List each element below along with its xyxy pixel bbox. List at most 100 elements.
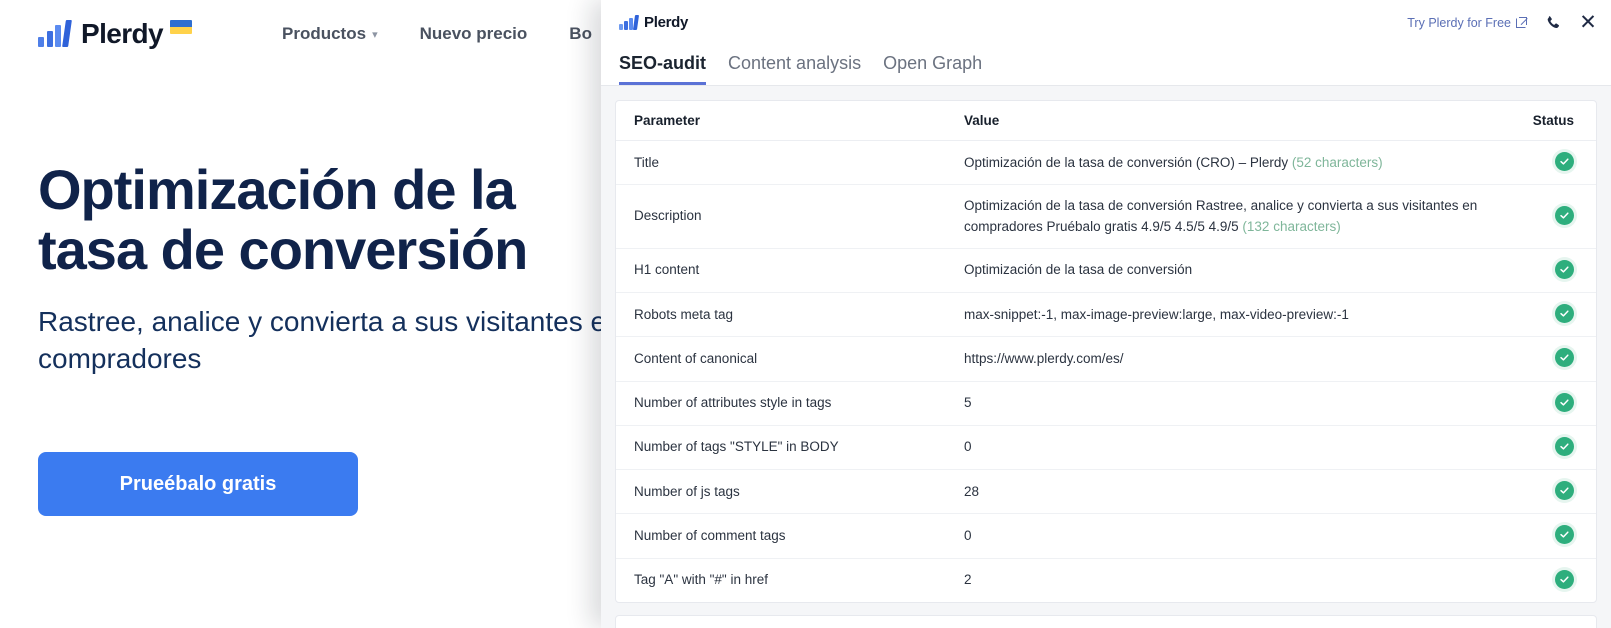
column-header-parameter: Parameter <box>616 101 946 141</box>
cell-status <box>1506 248 1596 294</box>
cell-parameter: H1 content <box>616 248 946 294</box>
table-row: H1 content Optimización de la tasa de con… <box>616 248 1596 294</box>
cell-value: 5 <box>946 381 1506 426</box>
status-ok-check-icon <box>1555 304 1574 323</box>
panel-header-actions: Try Plerdy for Free ✕ <box>1407 12 1597 33</box>
status-ok-check-icon <box>1555 152 1574 171</box>
cell-parameter: Robots meta tag <box>616 292 946 338</box>
table-head: Parameter Value Status <box>616 101 1596 141</box>
cell-status <box>1506 425 1596 471</box>
cell-value: https://www.plerdy.com/es/ <box>946 336 1506 382</box>
try-free-cta-button[interactable]: Prueébalo gratis <box>38 452 358 516</box>
site-logo-text: Plerdy <box>81 18 164 49</box>
nav-item-blog[interactable]: Bo <box>569 24 592 44</box>
tab-seo-audit[interactable]: SEO-audit <box>619 53 707 85</box>
hero-subtitle: Rastree, analice y convierta a sus visit… <box>38 305 622 375</box>
background-website: Plerdy Productos ▾ Nuevo precio Bo Optim… <box>0 0 700 627</box>
status-ok-check-icon <box>1555 259 1574 279</box>
close-icon[interactable]: ✕ <box>1579 12 1597 33</box>
table-row: Number of comment tags 0 <box>616 513 1596 559</box>
cell-status <box>1506 558 1596 602</box>
tab-open-graph[interactable]: Open Graph <box>883 53 982 85</box>
value-text: https://www.plerdy.com/es/ <box>964 350 1124 366</box>
value-text: Optimización de la tasa de conversión Ra… <box>964 198 1478 234</box>
hero-title-line-1: Optimización de la <box>38 158 516 221</box>
table-row: Content of canonical https://www.plerdy.c… <box>616 336 1596 382</box>
cell-value: Optimización de la tasa de conversión Ra… <box>946 184 1506 249</box>
nav-item-blog-label: Bo <box>569 24 592 43</box>
site-logo[interactable]: Plerdy <box>38 18 192 50</box>
panel-header: Plerdy Try Plerdy for Free ✕ <box>601 0 1611 45</box>
cell-status <box>1506 381 1596 426</box>
cell-value: 28 <box>946 469 1506 515</box>
cell-value: 0 <box>946 513 1506 559</box>
value-text: 2 <box>964 572 972 587</box>
value-text: Optimización de la tasa de conversión <box>964 262 1193 278</box>
cell-parameter: Title <box>616 140 946 186</box>
table-row: Description Optimización de la tasa de co… <box>616 184 1596 249</box>
ukraine-flag-icon <box>170 20 192 34</box>
site-navbar: Plerdy Productos ▾ Nuevo precio Bo <box>0 0 700 68</box>
hero-section: Optimización de la tasa de conversión Ra… <box>38 158 678 378</box>
cell-value: max-snippet:-1, max-image-preview:large,… <box>946 292 1506 338</box>
status-ok-check-icon <box>1555 436 1574 456</box>
plerdy-bars-icon <box>38 20 72 47</box>
cell-status <box>1506 513 1596 559</box>
value-text: 5 <box>964 395 972 410</box>
character-count: (52 characters) <box>1288 154 1383 170</box>
status-ok-check-icon <box>1555 525 1574 545</box>
value-text: 28 <box>964 483 980 499</box>
cell-status <box>1506 292 1596 338</box>
cell-status <box>1506 184 1596 249</box>
status-ok-check-icon <box>1555 569 1574 589</box>
panel-body: Parameter Value Status Title Optimización… <box>601 86 1611 628</box>
table-row: Tag "A" with "#" in href 2 <box>616 558 1596 602</box>
external-link-icon <box>1516 17 1528 28</box>
status-ok-check-icon <box>1555 392 1574 412</box>
cell-parameter: Number of js tags <box>616 469 946 515</box>
plerdy-bars-icon <box>619 15 639 30</box>
value-text: 0 <box>964 439 972 455</box>
hero-title-line-2: tasa de conversión <box>38 218 528 282</box>
cell-parameter: Number of comment tags <box>616 513 946 559</box>
table-header-row: Parameter Value Status <box>616 101 1596 141</box>
status-ok-check-icon <box>1555 348 1574 368</box>
value-text: Optimización de la tasa de conversión (C… <box>964 154 1289 170</box>
nav-item-productos[interactable]: Productos ▾ <box>282 24 378 44</box>
table-body: Title Optimización de la tasa de conversi… <box>616 140 1596 602</box>
value-text: 0 <box>964 527 972 543</box>
cell-parameter: Number of tags "STYLE" in BODY <box>616 425 946 471</box>
table-row: Robots meta tag max-snippet:-1, max-image… <box>616 292 1596 338</box>
cell-status <box>1506 336 1596 382</box>
try-plerdy-for-free-link[interactable]: Try Plerdy for Free <box>1407 16 1528 30</box>
column-header-status: Status <box>1506 101 1596 141</box>
nav-item-nuevo-precio[interactable]: Nuevo precio <box>420 24 528 44</box>
panel-tabs: SEO-audit Content analysis Open Graph <box>601 45 1611 86</box>
panel-logo-text: Plerdy <box>644 14 689 31</box>
cell-parameter: Tag "A" with "#" in href <box>634 572 768 587</box>
chevron-down-icon: ▾ <box>372 28 378 41</box>
heading-tags-bar: H1H2H3H4H5 Robots.txt Sitemap.xml <box>615 614 1597 628</box>
character-count: (132 characters) <box>1238 218 1341 234</box>
tab-content-analysis[interactable]: Content analysis <box>728 53 861 85</box>
status-ok-check-icon <box>1555 481 1574 500</box>
cell-parameter: Description <box>616 184 946 249</box>
seo-audit-table: Parameter Value Status Title Optimización… <box>616 101 1596 602</box>
table-row: Number of attributes style in tags 5 <box>616 381 1596 426</box>
cell-parameter: Content of canonical <box>616 336 946 382</box>
cell-status <box>1506 469 1596 515</box>
cell-value: Optimización de la tasa de conversión <box>946 248 1506 294</box>
panel-logo: Plerdy <box>619 14 688 31</box>
phone-icon[interactable] <box>1544 14 1562 32</box>
cell-value: 0 <box>946 425 1506 471</box>
nav-item-nuevo-precio-label: Nuevo precio <box>419 24 528 43</box>
table-row: Title Optimización de la tasa de conversi… <box>616 140 1596 186</box>
column-header-value: Value <box>946 101 1506 141</box>
cell-parameter: Number of attributes style in tags <box>616 381 946 426</box>
page-title: Optimización de la tasa de conversión <box>38 158 678 282</box>
site-menu: Productos ▾ Nuevo precio Bo <box>282 24 592 44</box>
cell-status <box>1506 140 1596 186</box>
cell-value: 2 <box>946 558 1506 602</box>
plerdy-extension-panel: Plerdy Try Plerdy for Free ✕ SEO-audit C… <box>601 0 1611 628</box>
table-row: Number of tags "STYLE" in BODY 0 <box>616 425 1596 471</box>
